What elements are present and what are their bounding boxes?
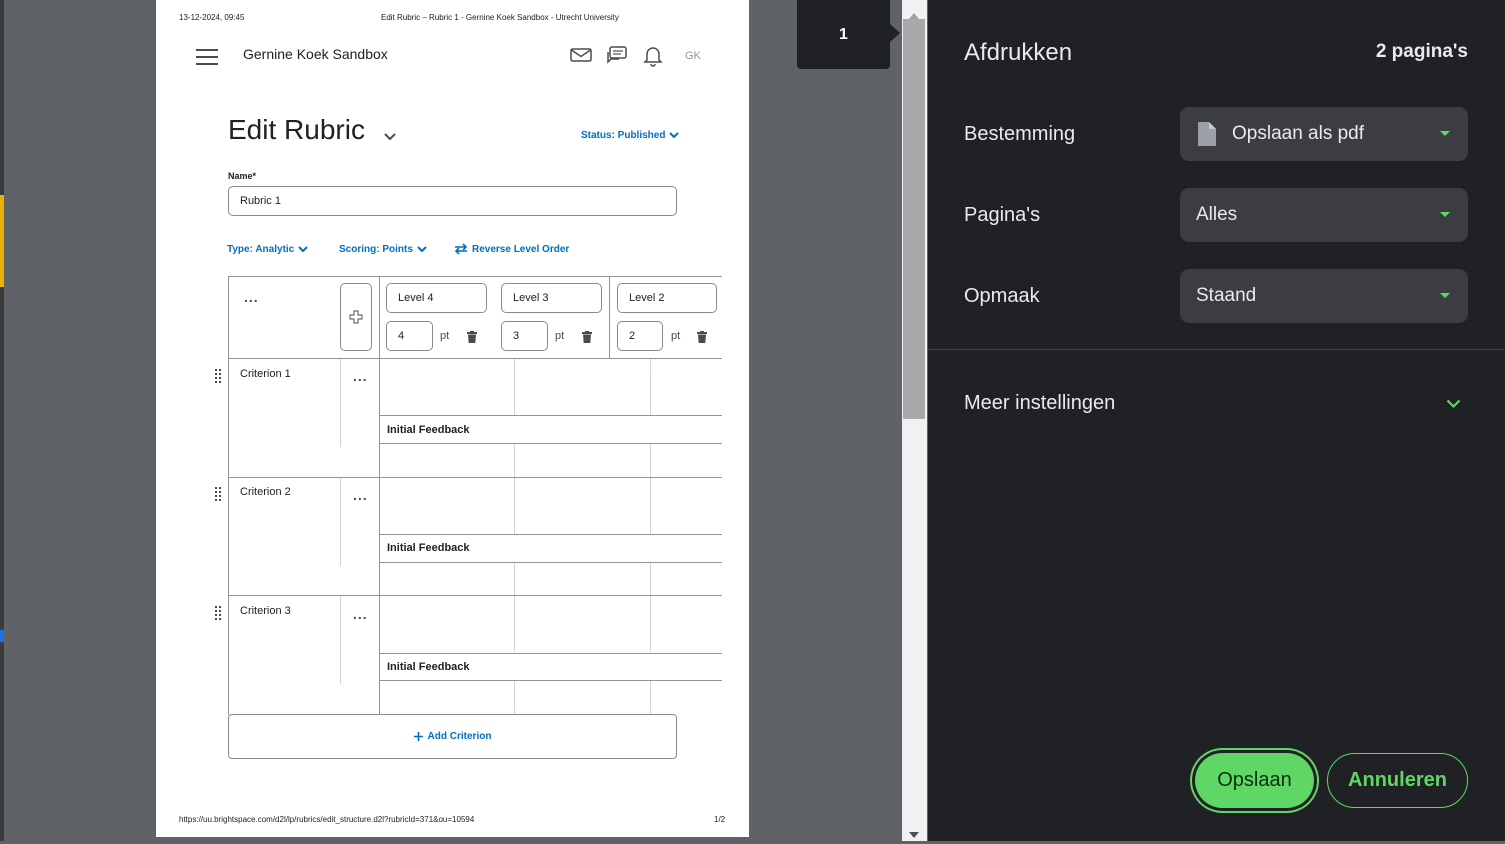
- print-url: https://uu.brightspace.com/d2l/lp/rubric…: [179, 815, 475, 824]
- chevron-down-icon: [417, 246, 427, 253]
- bell-icon[interactable]: [643, 45, 663, 67]
- dropdown-caret-icon: [1440, 212, 1450, 217]
- panel-divider: [928, 349, 1505, 350]
- trash-icon[interactable]: [582, 330, 592, 348]
- page-indicator-tooltip: 1: [797, 0, 900, 69]
- chevron-down-icon: [669, 132, 680, 139]
- layout-value: Staand: [1196, 285, 1257, 306]
- drag-handle-icon[interactable]: [215, 369, 221, 383]
- add-level-button[interactable]: [340, 283, 372, 351]
- layout-select[interactable]: Staand: [1180, 269, 1468, 323]
- page-title: Edit Rubric: [228, 114, 365, 145]
- table-border: [228, 358, 722, 359]
- criterion-name[interactable]: Criterion 1: [240, 368, 291, 380]
- level-name-input[interactable]: Level 2: [617, 283, 717, 313]
- org-name[interactable]: Gernine Koek Sandbox: [243, 46, 388, 62]
- criterion-name[interactable]: Criterion 2: [240, 486, 291, 498]
- table-border: [228, 276, 229, 715]
- name-input[interactable]: Rubric 1: [228, 186, 677, 216]
- background-accent-mark: [0, 195, 4, 287]
- swap-icon: [454, 243, 468, 255]
- drag-handle-icon[interactable]: [215, 606, 221, 620]
- level-points-input[interactable]: 2: [617, 321, 663, 351]
- page-count: 2 pagina's: [1375, 41, 1468, 62]
- print-datetime: 13-12-2024, 09:45: [179, 13, 245, 22]
- print-settings-panel: Afdrukken 2 pagina's Bestemming Opslaan …: [928, 0, 1505, 841]
- print-doc-title: Edit Rubric – Rubric 1 - Gernine Koek Sa…: [381, 13, 619, 22]
- dropdown-caret-icon: [1440, 131, 1450, 136]
- reverse-level-order-button[interactable]: Reverse Level Order: [454, 243, 569, 255]
- file-icon: [1198, 122, 1216, 146]
- drag-handle-icon[interactable]: [215, 487, 221, 501]
- criterion-more-options-icon[interactable]: ...: [353, 607, 368, 621]
- status-dropdown[interactable]: Status: Published: [581, 130, 680, 141]
- points-unit: pt: [440, 330, 450, 342]
- scroll-up-arrow-icon[interactable]: [909, 6, 919, 24]
- level-points-input[interactable]: 4: [386, 321, 433, 351]
- scroll-down-arrow-icon[interactable]: [909, 826, 919, 844]
- save-button[interactable]: Opslaan: [1195, 753, 1314, 808]
- chevron-down-icon[interactable]: [1446, 396, 1461, 414]
- dropdown-caret-icon: [1440, 293, 1450, 298]
- type-label: Type: Analytic: [227, 244, 295, 255]
- cancel-button[interactable]: Annuleren: [1327, 753, 1468, 808]
- plus-icon: [413, 732, 423, 741]
- current-page-number: 1: [839, 25, 848, 43]
- add-criterion-label: Add Criterion: [427, 731, 492, 742]
- destination-label: Bestemming: [964, 123, 1076, 145]
- status-label: Status: Published: [581, 130, 666, 141]
- table-border: [609, 276, 610, 358]
- plus-outline-icon: [349, 310, 363, 324]
- level-name-input[interactable]: Level 3: [501, 283, 602, 313]
- destination-value: Opslaan als pdf: [1232, 123, 1365, 144]
- level-name-input[interactable]: Level 4: [386, 283, 487, 313]
- layout-label: Opmaak: [964, 285, 1040, 307]
- scoring-label: Scoring: Points: [339, 244, 413, 255]
- user-avatar[interactable]: GK: [685, 50, 701, 62]
- background-accent-mark: [0, 630, 4, 642]
- initial-feedback-label: Initial Feedback: [387, 661, 470, 673]
- print-page-number: 1/2: [714, 815, 726, 824]
- menu-icon[interactable]: [196, 49, 218, 70]
- table-border: [379, 276, 380, 715]
- scoring-dropdown[interactable]: Scoring: Points: [339, 244, 427, 255]
- table-border: [228, 276, 722, 277]
- print-dialog-title: Afdrukken: [964, 39, 1073, 66]
- title-chevron-down-icon[interactable]: [384, 128, 396, 146]
- chat-icon[interactable]: [606, 45, 628, 67]
- print-preview-page: 13-12-2024, 09:45 Edit Rubric – Rubric 1…: [156, 0, 749, 837]
- criterion-more-options-icon[interactable]: ...: [353, 369, 368, 383]
- background-window-edge: [0, 0, 4, 841]
- reverse-level-order-label: Reverse Level Order: [472, 243, 570, 255]
- name-label: Name*: [228, 171, 257, 181]
- initial-feedback-label: Initial Feedback: [387, 542, 470, 554]
- points-unit: pt: [555, 330, 565, 342]
- pages-label: Pagina's: [964, 204, 1041, 226]
- add-criterion-button[interactable]: Add Criterion: [228, 714, 677, 759]
- header-more-options-icon[interactable]: ...: [244, 290, 259, 304]
- trash-icon[interactable]: [467, 330, 477, 348]
- trash-icon[interactable]: [697, 330, 707, 348]
- more-settings-toggle[interactable]: Meer instellingen: [964, 392, 1115, 415]
- scrollbar-thumb[interactable]: [903, 19, 925, 419]
- points-unit: pt: [671, 330, 681, 342]
- destination-select[interactable]: Opslaan als pdf: [1180, 107, 1468, 161]
- level-points-input[interactable]: 3: [501, 321, 548, 351]
- criterion-name[interactable]: Criterion 3: [240, 605, 291, 617]
- criterion-more-options-icon[interactable]: ...: [353, 488, 368, 502]
- pages-value: Alles: [1196, 204, 1238, 225]
- chevron-down-icon: [298, 246, 308, 253]
- pages-select[interactable]: Alles: [1180, 188, 1468, 242]
- mail-icon[interactable]: [570, 46, 592, 64]
- type-dropdown[interactable]: Type: Analytic: [227, 244, 308, 255]
- initial-feedback-label: Initial Feedback: [387, 424, 470, 436]
